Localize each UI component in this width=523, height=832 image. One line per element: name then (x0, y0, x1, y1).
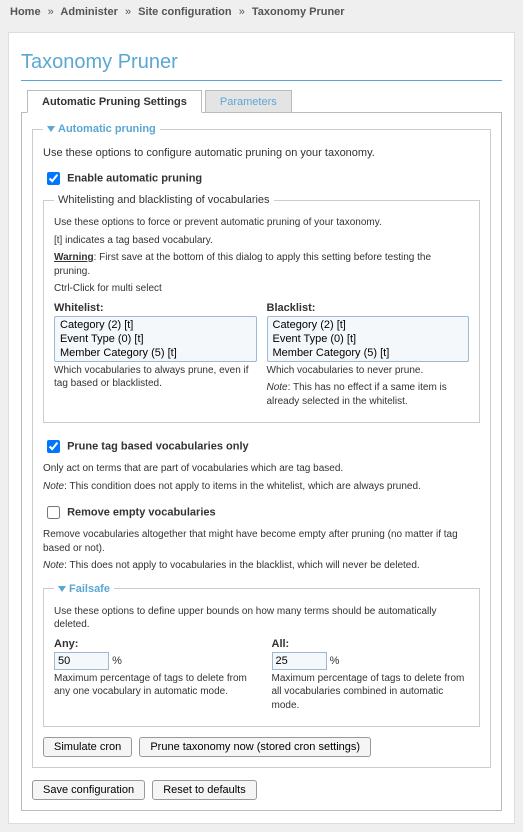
tab-automatic-pruning[interactable]: Automatic Pruning Settings (27, 90, 202, 113)
blacklist-select[interactable]: Category (2) [t]Event Type (0) [t]Member… (267, 316, 470, 362)
prune-tag-only-label: Prune tag based vocabularies only (67, 441, 249, 453)
breadcrumb-administer[interactable]: Administer (60, 6, 117, 18)
fieldset-failsafe: Failsafe Use these options to define upp… (43, 583, 480, 728)
simulate-cron-button[interactable]: Simulate cron (43, 737, 132, 757)
whitelist-label: Whitelist: (54, 302, 257, 314)
enable-auto-pruning-label: Enable automatic pruning (67, 173, 202, 185)
vocab-option[interactable]: Member Category (5) [t] (269, 346, 468, 360)
vocab-option[interactable]: Event Type (0) [t] (56, 332, 255, 346)
failsafe-any-pct: % (112, 655, 122, 667)
failsafe-any-input[interactable] (54, 652, 109, 670)
remove-empty-label: Remove empty vocabularies (67, 507, 216, 519)
breadcrumb-home[interactable]: Home (10, 6, 41, 18)
blacklist-help2: Note: This has no effect if a same item … (267, 381, 470, 408)
breadcrumb: Home » Administer » Site configuration »… (0, 0, 523, 24)
tab-parameters[interactable]: Parameters (205, 90, 292, 112)
prune-tag-desc: Only act on terms that are part of vocab… (43, 462, 480, 476)
wlbl-warning: Warning: First save at the bottom of thi… (54, 251, 469, 278)
prune-tag-only-checkbox[interactable] (47, 440, 60, 453)
failsafe-any-label: Any: (54, 638, 252, 650)
whitelist-select[interactable]: Category (2) [t]Event Type (0) [t]Member… (54, 316, 257, 362)
failsafe-all-desc: Maximum percentage of tags to delete fro… (272, 672, 470, 713)
tabs: Automatic Pruning Settings Parameters (21, 89, 502, 113)
breadcrumb-siteconfig[interactable]: Site configuration (138, 6, 232, 18)
tab-panel: Automatic pruning Use these options to c… (21, 113, 502, 811)
vocab-option[interactable]: Event Type (0) [t] (269, 332, 468, 346)
failsafe-all-pct: % (330, 655, 340, 667)
breadcrumb-current: Taxonomy Pruner (252, 6, 345, 18)
prune-tag-note: Note: This condition does not apply to i… (43, 480, 480, 494)
reset-defaults-button[interactable]: Reset to defaults (152, 780, 257, 800)
failsafe-all-input[interactable] (272, 652, 327, 670)
legend-automatic-pruning[interactable]: Automatic pruning (47, 123, 156, 135)
enable-auto-pruning-checkbox[interactable] (47, 172, 60, 185)
prune-now-button[interactable]: Prune taxonomy now (stored cron settings… (139, 737, 371, 757)
wlbl-line1: Use these options to force or prevent au… (54, 216, 469, 230)
page-title: Taxonomy Pruner (21, 51, 502, 81)
collapse-icon (47, 126, 55, 132)
save-configuration-button[interactable]: Save configuration (32, 780, 145, 800)
blacklist-help1: Which vocabularies to never prune. (267, 364, 470, 378)
failsafe-all-label: All: (272, 638, 470, 650)
collapse-icon (58, 586, 66, 592)
remove-empty-note: Note: This does not apply to vocabularie… (43, 559, 480, 573)
failsafe-intro: Use these options to define upper bounds… (54, 605, 469, 632)
legend-wlbl: Whitelisting and blacklisting of vocabul… (58, 194, 270, 206)
remove-empty-checkbox[interactable] (47, 506, 60, 519)
vocab-option[interactable]: Member Category (5) [t] (56, 346, 255, 360)
fieldset-automatic-pruning: Automatic pruning Use these options to c… (32, 123, 491, 768)
blacklist-label: Blacklist: (267, 302, 470, 314)
vocab-option[interactable]: Category (2) [t] (269, 318, 468, 332)
fieldset-whitelist-blacklist: Whitelisting and blacklisting of vocabul… (43, 194, 480, 423)
whitelist-help: Which vocabularies to always prune, even… (54, 364, 257, 391)
failsafe-any-desc: Maximum percentage of tags to delete fro… (54, 672, 252, 699)
page-container: Taxonomy Pruner Automatic Pruning Settin… (8, 32, 515, 824)
auto-intro-text: Use these options to configure automatic… (43, 147, 480, 159)
vocab-option[interactable]: Category (2) [t] (56, 318, 255, 332)
wlbl-line2: [t] indicates a tag based vocabulary. (54, 234, 469, 248)
legend-failsafe[interactable]: Failsafe (58, 583, 110, 595)
wlbl-ctrlclick: Ctrl-Click for multi select (54, 282, 469, 296)
remove-empty-desc: Remove vocabularies altogether that migh… (43, 528, 480, 555)
